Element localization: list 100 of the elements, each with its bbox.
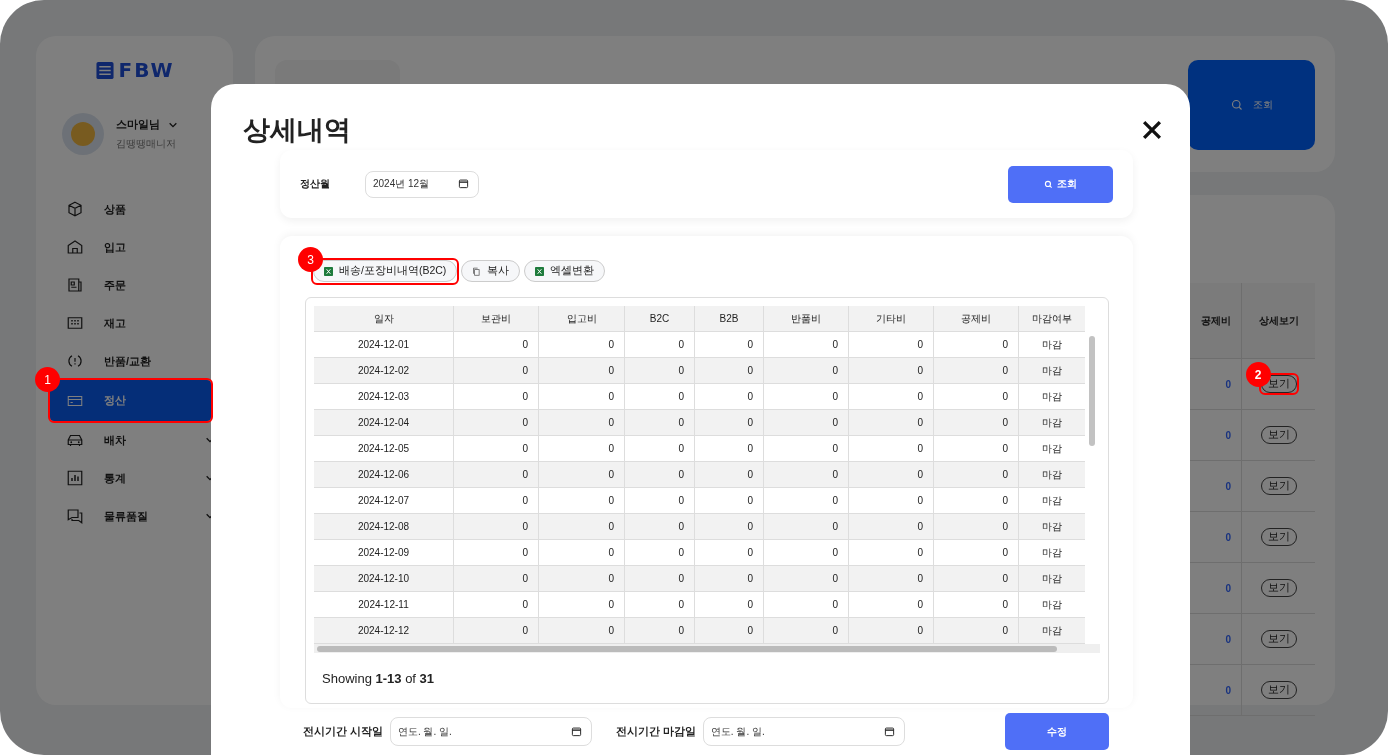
chart-icon <box>66 469 84 487</box>
box-icon <box>66 200 84 218</box>
table-cell: 0 <box>694 488 763 513</box>
table-cell: 0 <box>624 488 694 513</box>
logo-icon <box>94 60 115 80</box>
column-header: B2C <box>624 306 694 331</box>
table-cell: 0 <box>763 358 848 383</box>
table-cell: 0 <box>848 514 933 539</box>
table-cell: 0 <box>763 514 848 539</box>
table-cell: 마감 <box>1018 592 1085 617</box>
table-cell: 0 <box>763 540 848 565</box>
view-button[interactable]: 보기 <box>1260 630 1297 648</box>
column-header: 보관비 <box>453 306 538 331</box>
column-header: 반품비 <box>763 306 848 331</box>
table-cell: 0 <box>848 410 933 435</box>
toolbar-button[interactable]: 엑셀변환 <box>524 260 606 282</box>
sidebar-item[interactable]: 상품 <box>50 190 211 228</box>
table-cell: 0 <box>933 488 1018 513</box>
view-button[interactable]: 보기 <box>1260 426 1297 444</box>
toolbar-button[interactable]: 복사 <box>461 260 521 282</box>
table-cell: 0 <box>624 514 694 539</box>
document-icon <box>66 276 84 294</box>
calendar-icon <box>458 178 469 189</box>
column-header: 입고비 <box>538 306 624 331</box>
table-cell: 0 <box>848 384 933 409</box>
table-cell: 0 <box>763 384 848 409</box>
sidebar-item[interactable]: 재고 <box>50 304 211 342</box>
column-header: 상세보기 <box>1241 283 1315 358</box>
table-cell: 마감 <box>1018 358 1085 383</box>
table-cell-text: 2024-12-08 <box>356 520 411 534</box>
column-header: 마감여부 <box>1018 306 1085 331</box>
search-button[interactable]: 조회 <box>1188 60 1315 150</box>
column-header: 공제비 <box>933 306 1018 331</box>
spreadsheet-icon <box>324 266 333 276</box>
sidebar-item[interactable]: 입고 <box>50 228 211 266</box>
table-cell: 0 <box>848 618 933 643</box>
table-cell-text: 2024-12-03 <box>356 390 411 404</box>
table-cell: 0 <box>538 592 624 617</box>
table-cell: 0 <box>694 618 763 643</box>
table-cell-text: 2024-12-11 <box>357 598 410 612</box>
table-cell: 0 <box>848 436 933 461</box>
table-cell: 0 <box>763 410 848 435</box>
table-cell: 0 <box>453 488 538 513</box>
spreadsheet-icon <box>535 266 545 276</box>
table-cell: 마감 <box>1018 566 1085 591</box>
table-cell: 0 <box>538 410 624 435</box>
chat-icon <box>66 507 84 525</box>
table-cell: 0 <box>694 462 763 487</box>
table-cell: 0 <box>453 462 538 487</box>
column-header: 기타비 <box>848 306 933 331</box>
table-cell-text: 2024-12-12 <box>356 624 411 638</box>
table-cell: 0 <box>933 332 1018 357</box>
view-button[interactable]: 보기 <box>1260 681 1297 699</box>
table-cell: 0 <box>538 540 624 565</box>
column-header: B2B <box>694 306 763 331</box>
table-cell: 0 <box>624 592 694 617</box>
table-cell-text: 2024-12-09 <box>356 546 411 560</box>
view-button[interactable]: 보기 <box>1260 528 1297 546</box>
table-cell: 0 <box>453 618 538 643</box>
table-cell: 0 <box>694 592 763 617</box>
sidebar-item[interactable]: 정산 <box>50 380 211 421</box>
table-cell: 0 <box>624 436 694 461</box>
search-button[interactable]: 조회 <box>1008 165 1113 203</box>
sidebar-item[interactable]: 물류품질 <box>50 497 211 535</box>
table-cell: 0 <box>933 410 1018 435</box>
date-field[interactable]: 연도. 월. 일. <box>389 717 592 746</box>
scrollbar[interactable] <box>314 644 1100 653</box>
search-icon <box>1230 99 1243 111</box>
date-field[interactable]: 연도. 월. 일. <box>702 717 905 746</box>
table-cell-text: 2024-12-02 <box>356 364 411 378</box>
table-cell: 0 <box>538 436 624 461</box>
calendar-icon <box>570 725 582 737</box>
table-cell: 마감 <box>1018 618 1085 643</box>
table-cell: 0 <box>453 410 538 435</box>
view-button[interactable]: 보기 <box>1260 477 1297 495</box>
table-cell: 0 <box>453 592 538 617</box>
table-cell: 0 <box>694 540 763 565</box>
column-header: 일자 <box>372 311 395 326</box>
table-cell: 0 <box>933 566 1018 591</box>
table-cell: 0 <box>624 332 694 357</box>
close-icon[interactable] <box>1142 120 1162 140</box>
save-button[interactable]: 수정 <box>1005 713 1109 750</box>
month-field[interactable]: 2024년 12월 <box>365 170 479 198</box>
table-cell: 마감 <box>1018 436 1085 461</box>
sidebar-item[interactable]: 주문 <box>50 266 211 304</box>
table-cell: 0 <box>848 332 933 357</box>
table-cell: 0 <box>538 514 624 539</box>
table-cell: 0 <box>763 436 848 461</box>
table-cell: 0 <box>933 384 1018 409</box>
table-cell: 0 <box>538 488 624 513</box>
view-button[interactable]: 보기 <box>1260 579 1297 597</box>
table-cell: 0 <box>763 488 848 513</box>
table-cell: 마감 <box>1018 462 1085 487</box>
sidebar-item[interactable]: 통계 <box>50 459 211 497</box>
table-cell: 0 <box>763 618 848 643</box>
sidebar-item[interactable]: 배차 <box>50 421 211 459</box>
calendar-icon <box>883 725 895 737</box>
table-cell-text: 2024-12-07 <box>356 494 411 508</box>
table-cell: 0 <box>763 462 848 487</box>
toolbar-button[interactable]: 배송/포장비내역(B2C) <box>313 260 458 282</box>
